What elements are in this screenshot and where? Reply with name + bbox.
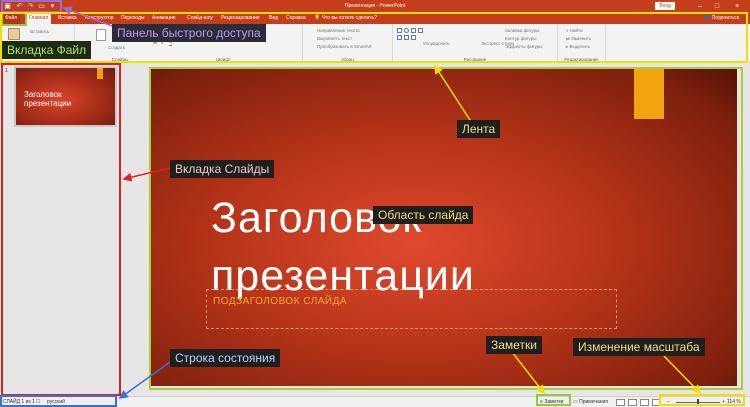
tab-design[interactable]: Конструктор: [82, 13, 117, 24]
shape-brace-icon[interactable]: [411, 35, 416, 40]
share-label: Поделиться: [711, 15, 740, 21]
shape-oval-icon[interactable]: [404, 28, 409, 33]
comments-label: Примечания: [579, 399, 608, 405]
group-label-slides: Слайды: [111, 57, 129, 62]
select-item[interactable]: ▸ Выделить: [566, 44, 590, 50]
find-label: Найти: [569, 28, 583, 33]
annotation-notes: Заметки: [486, 336, 542, 354]
convert-smartart-item[interactable]: Преобразовать в SmartArt: [317, 44, 372, 49]
login-button[interactable]: Вход: [655, 2, 675, 10]
slides-pane: 1 Заголовок презентации: [0, 63, 146, 396]
replace-label: Заменить: [571, 36, 592, 41]
window-title: Презентация - PowerPoint: [344, 3, 406, 9]
comments-button[interactable]: ▭ Примечания: [573, 399, 608, 405]
close-icon[interactable]: ×: [730, 1, 744, 12]
ribbon-group-editing: ⌕ Найти ⇄ Заменить ▸ Выделить Редактиров…: [558, 24, 606, 63]
slide-subtitle: ПОДЗАГОЛОВОК СЛАЙДА: [213, 296, 348, 307]
notes-button[interactable]: ≡ Заметки: [540, 399, 563, 405]
arrange-item[interactable]: Упорядочить: [423, 41, 450, 46]
annotation-slide-area: Область слайда: [373, 206, 474, 224]
replace-item[interactable]: ⇄ Заменить: [566, 36, 591, 42]
zoom-level[interactable]: 114 %: [727, 399, 741, 405]
shape-outline-item[interactable]: Контур фигуры: [505, 36, 536, 41]
annotation-zoom: Изменение масштаба: [573, 338, 705, 356]
notes-label: Заметки: [544, 399, 564, 405]
slide-number: 1: [5, 68, 8, 74]
shape-star-icon[interactable]: [404, 35, 409, 40]
tab-file[interactable]: Файл: [2, 13, 21, 24]
language-label[interactable]: русский: [47, 399, 65, 405]
group-label-editing: Редактирование: [564, 57, 599, 62]
group-label-drawing: Рисование: [463, 57, 487, 62]
ribbon-tabs: Файл Главная Вставка Конструктор Переход…: [0, 13, 750, 24]
share-button[interactable]: 👤 Поделиться: [704, 13, 739, 24]
shape-rectangle-icon[interactable]: [397, 28, 402, 33]
save-icon[interactable]: ▣: [3, 2, 12, 11]
title-bar: ▣ ↶ ↷ ▭ ▾ Презентация - PowerPoint Вход …: [0, 0, 750, 13]
tell-me-search[interactable]: 💡 Что вы хотите сделать?: [314, 13, 377, 24]
thumb-accent-bar: [97, 68, 103, 79]
slide-count: СЛАЙД 1 из 1: [3, 399, 35, 405]
start-from-beginning-icon[interactable]: ▭: [37, 2, 46, 11]
select-label: Выделить: [569, 44, 591, 49]
tell-me-label: Что вы хотите сделать?: [321, 15, 377, 21]
tab-transitions[interactable]: Переходы: [118, 13, 147, 24]
tab-home[interactable]: Главная: [26, 13, 52, 24]
status-bar: СЛАЙД 1 из 1 ☐ русский ≡ Заметки ▭ Приме…: [0, 396, 750, 407]
text-direction-item[interactable]: Направление текста: [317, 28, 360, 33]
slide-accent-bar: [634, 69, 664, 119]
new-slide-icon[interactable]: [96, 29, 106, 41]
zoom-slider-thumb[interactable]: [697, 399, 699, 405]
minimize-icon[interactable]: –: [693, 1, 707, 12]
sorter-view-icon[interactable]: [628, 399, 637, 406]
shape-fill-item[interactable]: Заливка фигуры: [505, 28, 539, 33]
annotation-file-tab: Вкладка Файл: [2, 41, 92, 59]
shape-line-icon[interactable]: [411, 28, 416, 33]
customize-arrow-icon[interactable]: ▾: [48, 2, 57, 11]
tab-view[interactable]: Вид: [266, 13, 281, 24]
tab-review[interactable]: Рецензирование: [218, 13, 263, 24]
group-label-font: Шрифт: [216, 57, 231, 62]
slide-thumbnail[interactable]: Заголовок презентации: [14, 66, 117, 127]
zoom-in-icon[interactable]: +: [722, 399, 725, 405]
tab-animations[interactable]: Анимация: [149, 13, 178, 24]
ribbon-group-paragraph: Направление текста Выровнять текст Преоб…: [303, 24, 393, 63]
undo-icon[interactable]: ↶: [15, 2, 24, 11]
group-label-paragraph: Абзац: [341, 57, 354, 62]
thumb-title: Заголовок презентации: [24, 90, 72, 108]
reading-view-icon[interactable]: [640, 399, 649, 406]
annotation-qat: Панель быстрого доступа: [112, 24, 266, 42]
ribbon-group-drawing: Упорядочить Экспресс-стили Заливка фигур…: [393, 24, 558, 63]
shape-effects-item[interactable]: Эффекты фигуры: [505, 44, 543, 49]
annotation-slides-tab: Вкладка Слайды: [170, 160, 275, 178]
tab-help[interactable]: Справка: [283, 13, 309, 24]
spellcheck-icon[interactable]: ☐: [36, 399, 40, 405]
tab-insert[interactable]: Вставка: [55, 13, 80, 24]
annotation-status-bar: Строка состояния: [170, 349, 281, 367]
maximize-icon[interactable]: □: [710, 1, 724, 12]
shape-triangle-icon[interactable]: [397, 35, 402, 40]
ribbon-paste-label[interactable]: Вставить: [30, 29, 49, 34]
ribbon-new-slide-label[interactable]: Создать: [108, 45, 125, 50]
redo-icon[interactable]: ↷: [26, 2, 35, 11]
tab-slideshow[interactable]: Слайд-шоу: [184, 13, 216, 24]
slideshow-view-icon[interactable]: [652, 399, 661, 406]
align-text-item[interactable]: Выровнять текст: [317, 36, 352, 41]
annotation-ribbon: Лента: [457, 120, 501, 138]
zoom-out-icon[interactable]: –: [667, 399, 670, 405]
paste-icon[interactable]: [8, 28, 20, 40]
shape-arrow-icon[interactable]: [418, 28, 423, 33]
normal-view-icon[interactable]: [616, 399, 625, 406]
find-item[interactable]: ⌕ Найти: [566, 28, 583, 33]
subtitle-placeholder[interactable]: ПОДЗАГОЛОВОК СЛАЙДА: [206, 289, 617, 329]
